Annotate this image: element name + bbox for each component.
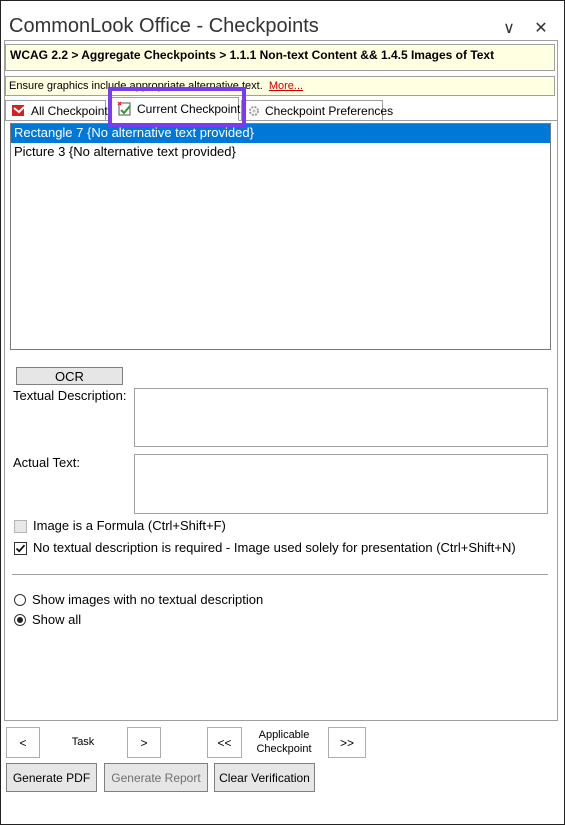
show-no-description-radio[interactable] <box>14 594 26 606</box>
checkpoint-results-list[interactable]: Rectangle 7 {No alternative text provide… <box>10 123 551 350</box>
ocr-button[interactable]: OCR <box>16 367 123 385</box>
textual-description-label: Textual Description: <box>13 388 127 403</box>
applicable-checkpoint-label-line1: Applicable <box>258 729 310 741</box>
all-checkpoints-icon <box>11 104 27 118</box>
more-link[interactable]: More... <box>269 80 303 92</box>
bottom-divider <box>4 720 558 721</box>
gear-icon <box>247 104 261 118</box>
textual-description-field[interactable] <box>134 388 548 447</box>
current-checkpoint-icon <box>117 101 133 117</box>
actual-text-label: Actual Text: <box>13 455 80 470</box>
next-checkpoint-button[interactable]: >> <box>328 727 366 758</box>
tab-strip-divider <box>4 120 558 121</box>
checkpoint-info-text: Ensure graphics include appropriate alte… <box>9 80 263 92</box>
applicable-checkpoint-label-line2: Checkpoint <box>256 743 312 755</box>
show-all-label: Show all <box>32 612 82 627</box>
previous-task-button[interactable]: < <box>6 727 40 758</box>
window-title: CommonLook Office - Checkpoints <box>9 15 319 37</box>
generate-pdf-button[interactable]: Generate PDF <box>6 763 97 792</box>
tab-all-checkpoints-label: All Checkpoints <box>31 103 114 118</box>
no-description-checkbox[interactable] <box>14 542 27 555</box>
actual-text-field[interactable] <box>134 454 548 514</box>
separator <box>12 574 548 575</box>
close-icon[interactable]: ✕ <box>530 17 552 39</box>
no-description-checkbox-label: No textual description is required - Ima… <box>33 540 516 555</box>
previous-checkpoint-button[interactable]: << <box>207 727 242 758</box>
applicable-checkpoint-label: Applicable Checkpoint <box>246 729 322 755</box>
dropdown-menu-icon[interactable]: ∨ <box>498 17 520 39</box>
tab-checkpoint-preferences[interactable]: Checkpoint Preferences <box>241 100 393 120</box>
formula-checkbox-label: Image is a Formula (Ctrl+Shift+F) <box>33 518 226 533</box>
list-item[interactable]: Rectangle 7 {No alternative text provide… <box>11 124 550 143</box>
radio-selected-dot <box>17 617 23 623</box>
breadcrumb: WCAG 2.2 > Aggregate Checkpoints > 1.1.1… <box>5 44 555 71</box>
tab-all-checkpoints[interactable]: All Checkpoints <box>5 100 114 120</box>
show-all-radio[interactable] <box>14 614 26 626</box>
next-task-button[interactable]: > <box>127 727 161 758</box>
checkmark-icon <box>15 544 26 553</box>
tab-current-checkpoint[interactable]: Current Checkpoint <box>111 97 241 121</box>
generate-report-button[interactable]: Generate Report <box>104 763 208 792</box>
list-item[interactable]: Picture 3 {No alternative text provided} <box>11 143 550 162</box>
checkpoint-info-bar: Ensure graphics include appropriate alte… <box>5 76 555 96</box>
task-label: Task <box>71 736 95 748</box>
tab-checkpoint-preferences-label: Checkpoint Preferences <box>265 103 394 118</box>
formula-checkbox[interactable] <box>14 520 27 533</box>
clear-verification-button[interactable]: Clear Verification <box>214 763 315 792</box>
show-no-description-label: Show images with no textual description <box>32 592 264 607</box>
tab-current-checkpoint-label: Current Checkpoint <box>137 102 241 116</box>
